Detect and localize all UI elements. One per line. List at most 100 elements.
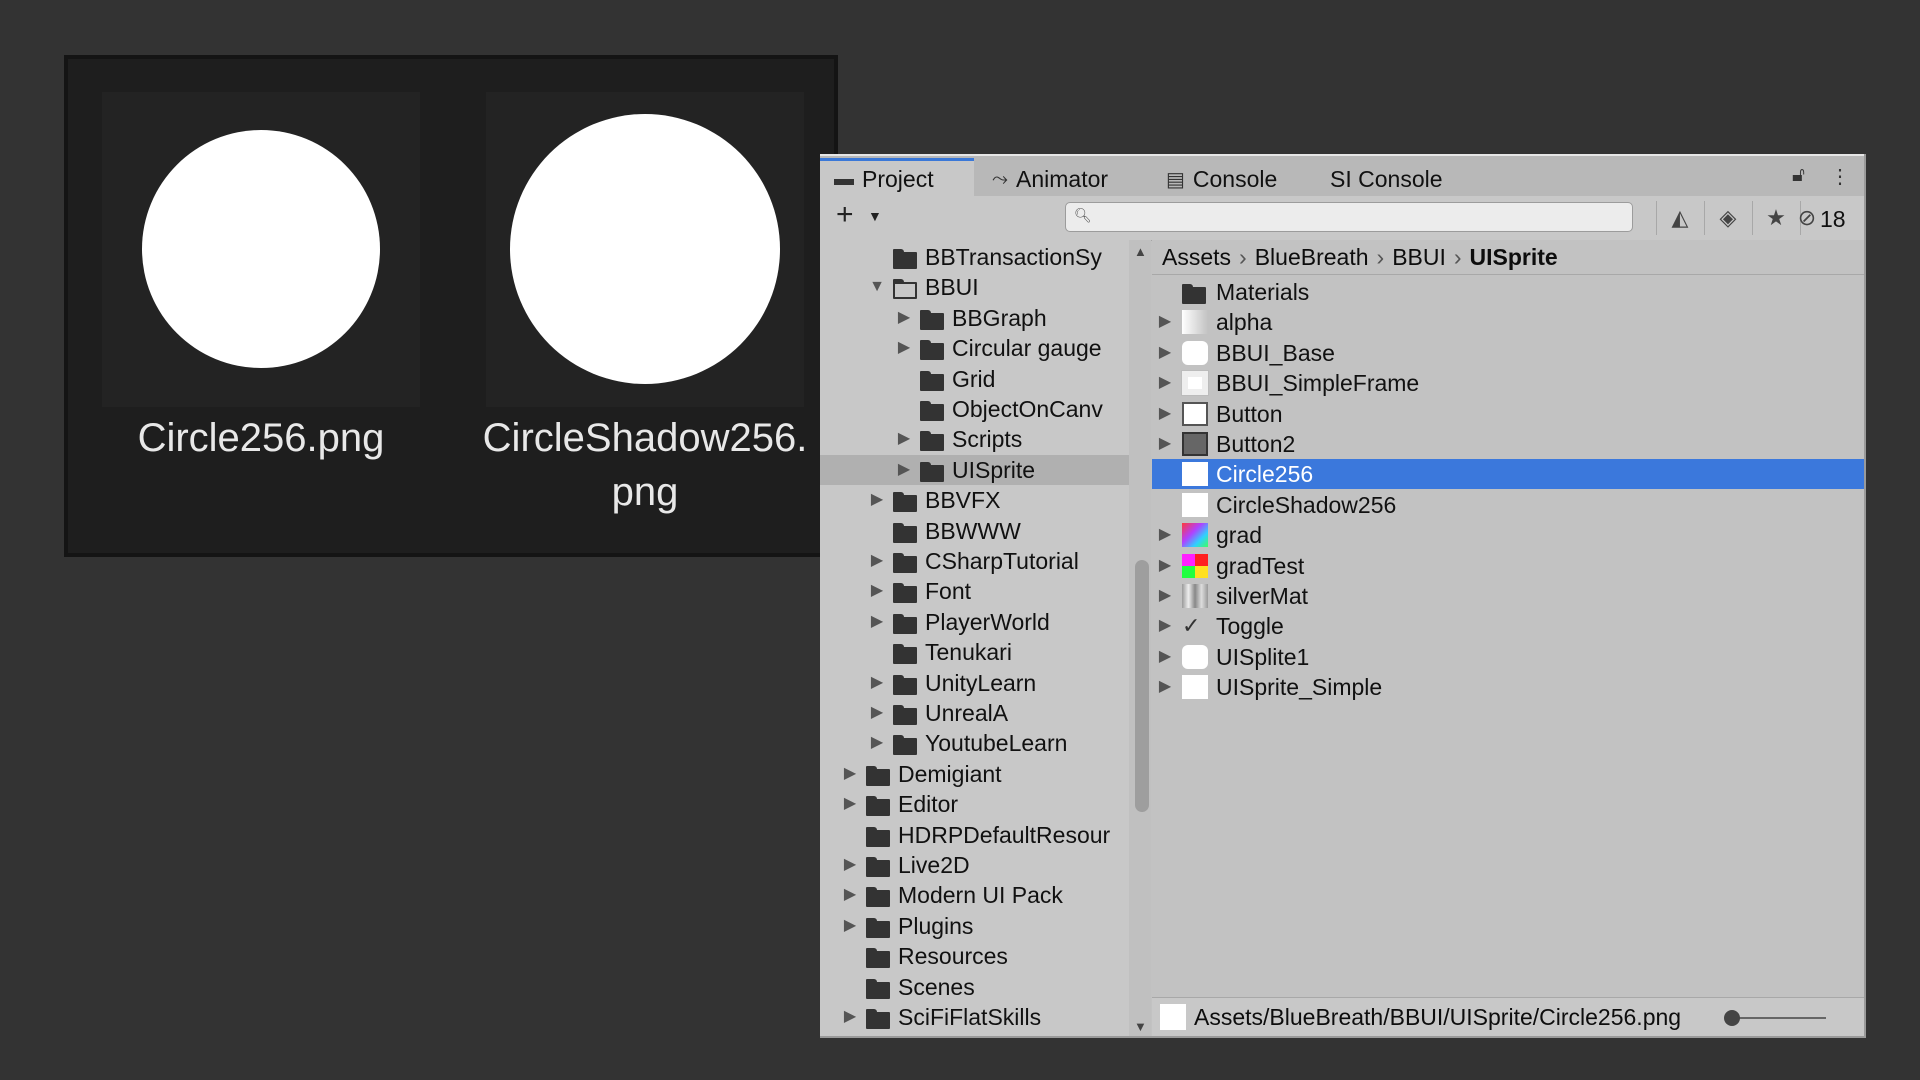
asset-item[interactable]: ▶ BBUI_Base: [1152, 338, 1864, 368]
chevron-right-icon[interactable]: ▶: [869, 485, 885, 515]
chevron-right-icon[interactable]: ▶: [896, 455, 912, 485]
tree-item[interactable]: ▶ PlayerWorld: [820, 607, 1129, 637]
tree-item[interactable]: ▶ BBVFX: [820, 485, 1129, 515]
tree-item[interactable]: ▶ UISprite: [820, 454, 1129, 485]
more-options-icon[interactable]: ⋮: [1830, 164, 1850, 189]
tree-item[interactable]: Grid: [820, 364, 1129, 394]
tab-project[interactable]: ▬ Project: [820, 158, 974, 198]
create-button[interactable]: +: [836, 200, 854, 230]
scroll-down-icon[interactable]: ▼: [1134, 1019, 1147, 1034]
tab-animator[interactable]: ⤳ Animator: [992, 160, 1108, 198]
tree-item[interactable]: Scenes: [820, 972, 1129, 1002]
asset-item[interactable]: ▶ alpha: [1152, 307, 1864, 337]
chevron-right-icon[interactable]: ▶: [896, 424, 912, 454]
tree-item[interactable]: ▶ Font: [820, 576, 1129, 606]
chevron-right-icon[interactable]: ▶: [896, 303, 912, 333]
chevron-right-icon[interactable]: ▶: [1157, 399, 1173, 429]
selected-asset-icon: [1160, 1004, 1186, 1030]
tree-item[interactable]: Tenukari: [820, 637, 1129, 667]
search-by-type-button[interactable]: ◭: [1656, 201, 1703, 235]
circleshadow256-thumbnail[interactable]: [486, 92, 804, 407]
asset-item[interactable]: ▶ BBUI_SimpleFrame: [1152, 368, 1864, 398]
chevron-right-icon[interactable]: ▶: [1157, 551, 1173, 581]
chevron-right-icon[interactable]: ▶: [842, 759, 858, 789]
breadcrumb-item[interactable]: BBUI: [1392, 244, 1446, 270]
hidden-packages-icon[interactable]: ⊘: [1792, 201, 1822, 235]
asset-item-label: BBUI_Base: [1216, 339, 1335, 366]
chevron-right-icon[interactable]: ▶: [842, 850, 858, 880]
search-field[interactable]: 🔍︎: [1065, 202, 1633, 232]
tree-item[interactable]: ▶ UnityLearn: [820, 668, 1129, 698]
asset-item[interactable]: ▶ grad: [1152, 520, 1864, 550]
asset-item[interactable]: ▶ UISprite_Simple: [1152, 672, 1864, 702]
tree-item[interactable]: ▶ Plugins: [820, 911, 1129, 941]
tree-item[interactable]: ▶ CSharpTutorial: [820, 546, 1129, 576]
asset-item[interactable]: CircleShadow256: [1152, 490, 1864, 520]
asset-item[interactable]: ▶ Button2: [1152, 429, 1864, 459]
chevron-right-icon[interactable]: ▶: [869, 698, 885, 728]
chevron-right-icon[interactable]: ▶: [869, 576, 885, 606]
chevron-right-icon[interactable]: ▶: [1157, 338, 1173, 368]
tree-item-label: BBUI: [925, 274, 979, 301]
folder-icon: [866, 948, 892, 969]
zoom-slider-track[interactable]: [1732, 1017, 1826, 1019]
tree-item[interactable]: ▶ YoutubeLearn: [820, 728, 1129, 758]
asset-item[interactable]: ▶ Button: [1152, 399, 1864, 429]
asset-item[interactable]: ▶ ✓ Toggle: [1152, 611, 1864, 641]
chevron-right-icon[interactable]: ▶: [1157, 581, 1173, 611]
chevron-right-icon[interactable]: ▶: [1157, 672, 1173, 702]
chevron-right-icon[interactable]: ▶: [1157, 368, 1173, 398]
chevron-down-icon[interactable]: ▼: [868, 208, 882, 224]
tree-item[interactable]: ▶ SciFiFlatSkills: [820, 1002, 1129, 1032]
chevron-right-icon[interactable]: ▶: [1157, 611, 1173, 641]
asset-item[interactable]: Materials: [1152, 277, 1864, 307]
lock-icon[interactable]: 🔓︎: [1792, 164, 1805, 187]
tree-item[interactable]: HDRPDefaultResour: [820, 820, 1129, 850]
tree-scrollbar[interactable]: ▲ ▼: [1129, 240, 1151, 1036]
tree-item[interactable]: ▼ BBUI: [820, 272, 1129, 302]
chevron-right-icon[interactable]: ▶: [896, 333, 912, 363]
tree-item[interactable]: BBTransactionSy: [820, 242, 1129, 272]
tree-item[interactable]: ▶ BBGraph: [820, 303, 1129, 333]
chevron-right-icon[interactable]: ▶: [1157, 642, 1173, 672]
tree-item[interactable]: ▶ Circular gauge: [820, 333, 1129, 363]
chevron-right-icon[interactable]: ▶: [842, 911, 858, 941]
asset-item[interactable]: ▶ gradTest: [1152, 551, 1864, 581]
search-by-label-button[interactable]: ◈: [1704, 201, 1751, 235]
tree-item[interactable]: ▶ Demigiant: [820, 759, 1129, 789]
tree-item[interactable]: ▶ Live2D: [820, 850, 1129, 880]
chevron-right-icon[interactable]: ▶: [869, 728, 885, 758]
tree-item[interactable]: BBWWW: [820, 516, 1129, 546]
chevron-right-icon[interactable]: ▶: [869, 546, 885, 576]
scroll-thumb[interactable]: [1135, 560, 1149, 812]
folder-icon: ▬: [834, 168, 854, 190]
chevron-right-icon[interactable]: ▶: [842, 1002, 858, 1032]
chevron-right-icon[interactable]: ▶: [869, 607, 885, 637]
asset-item[interactable]: Circle256: [1152, 459, 1864, 490]
breadcrumb-item[interactable]: BlueBreath: [1255, 244, 1369, 270]
chevron-right-icon[interactable]: ▶: [869, 668, 885, 698]
chevron-right-icon[interactable]: ▶: [1157, 429, 1173, 459]
folder-icon: [1182, 284, 1208, 304]
chevron-right-icon[interactable]: ▶: [1157, 307, 1173, 337]
chevron-right-icon[interactable]: ▶: [842, 789, 858, 819]
chevron-right-icon[interactable]: ▶: [1157, 520, 1173, 550]
chevron-down-icon[interactable]: ▼: [869, 272, 885, 302]
tab-console[interactable]: ▤ Console: [1166, 160, 1277, 198]
asset-item[interactable]: ▶ silverMat: [1152, 581, 1864, 611]
tree-item[interactable]: ▶ UnrealA: [820, 698, 1129, 728]
tree-item[interactable]: ▶ Scripts: [820, 424, 1129, 454]
asset-item[interactable]: ▶ UISplite1: [1152, 642, 1864, 672]
chevron-right-icon[interactable]: ▶: [842, 880, 858, 910]
tree-item[interactable]: ▶ Modern UI Pack: [820, 880, 1129, 910]
breadcrumb-item[interactable]: Assets: [1162, 244, 1231, 270]
tree-item[interactable]: ObjectOnCanv: [820, 394, 1129, 424]
tree-item[interactable]: ▶ Editor: [820, 789, 1129, 819]
circle256-thumbnail[interactable]: [102, 92, 420, 407]
breadcrumb-item[interactable]: UISprite: [1470, 244, 1558, 270]
zoom-slider-knob[interactable]: [1724, 1010, 1740, 1026]
search-input[interactable]: [1096, 205, 1620, 231]
scroll-up-icon[interactable]: ▲: [1134, 244, 1147, 259]
tab-si-console[interactable]: SI Console: [1330, 160, 1443, 198]
tree-item[interactable]: Resources: [820, 941, 1129, 971]
